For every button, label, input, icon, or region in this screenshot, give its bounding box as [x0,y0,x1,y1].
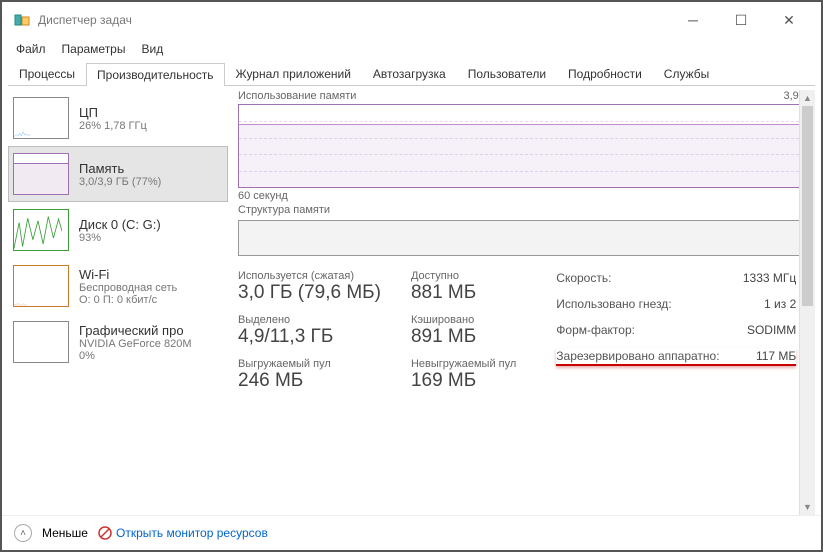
tab-performance[interactable]: Производительность [86,63,224,86]
kv-slots: Использовано гнезд: 1 из 2 [556,296,796,312]
menu-file[interactable]: Файл [10,40,52,58]
memory-structure-graph [238,220,815,256]
wifi-thumb [13,265,69,307]
menubar: Файл Параметры Вид [2,38,821,60]
sidebar-item-disk[interactable]: Диск 0 (C: G:) 93% [8,202,228,258]
memory-sub: 3,0/3,9 ГБ (77%) [79,176,161,188]
disk-thumb [13,209,69,251]
perf-sidebar: ЦП 26% 1,78 ГГц Память 3,0/3,9 ГБ (77%) [8,90,228,515]
x-left: 60 секунд [238,190,288,202]
stat-paged: Выгружаемый пул 246 МБ [238,358,381,392]
perf-main: Использование памяти 3,9 ГБ 60 секунд 0 … [228,90,815,515]
tab-startup[interactable]: Автозагрузка [362,62,457,85]
tab-details[interactable]: Подробности [557,62,653,85]
stat-nonpaged: Невыгружаемый пул 169 МБ [411,358,516,392]
window-title: Диспетчер задач [38,13,681,27]
gpu-title: Графический про [79,323,192,338]
tab-app-history[interactable]: Журнал приложений [225,62,362,85]
stat-inuse: Используется (сжатая) 3,0 ГБ (79,6 МБ) [238,270,381,304]
gpu-thumb [13,321,69,363]
tab-users[interactable]: Пользователи [457,62,557,85]
stat-avail: Доступно 881 МБ [411,270,516,304]
tab-services[interactable]: Службы [653,62,720,85]
close-button[interactable]: ✕ [777,8,801,32]
menu-options[interactable]: Параметры [56,40,132,58]
wifi-sub2: О: 0 П: 0 кбит/с [79,294,177,306]
disk-sub: 93% [79,232,161,244]
footer: ˄ Меньше Открыть монитор ресурсов [2,515,821,550]
cpu-title: ЦП [79,105,147,120]
memory-usage-graph [238,104,815,188]
scroll-up-icon[interactable]: ▲ [800,90,815,106]
gpu-sub1: NVIDIA GeForce 820M [79,338,192,350]
menu-view[interactable]: Вид [135,40,169,58]
resmon-icon [98,526,112,540]
kv-reserved: Зарезервировано аппаратно: 117 МБ [556,348,796,366]
open-resmon-link[interactable]: Открыть монитор ресурсов [98,526,268,540]
kv-form: Форм-фактор: SODIMM [556,322,796,338]
memory-thumb [13,153,69,195]
memory-title: Память [79,161,161,176]
titlebar: Диспетчер задач ─ ☐ ✕ [2,2,821,38]
disk-title: Диск 0 (C: G:) [79,217,161,232]
struct-label: Структура памяти [238,204,815,216]
sidebar-item-cpu[interactable]: ЦП 26% 1,78 ГГц [8,90,228,146]
scrollbar[interactable]: ▲ ▼ [799,90,815,515]
minimize-button[interactable]: ─ [681,8,705,32]
sidebar-item-gpu[interactable]: Графический про NVIDIA GeForce 820M 0% [8,314,228,370]
usage-label: Использование памяти [238,90,356,102]
app-icon [14,12,30,28]
tab-processes[interactable]: Процессы [8,62,86,85]
scroll-down-icon[interactable]: ▼ [800,499,815,515]
gpu-sub2: 0% [79,350,192,362]
sidebar-item-wifi[interactable]: Wi-Fi Беспроводная сеть О: 0 П: 0 кбит/с [8,258,228,314]
scroll-thumb[interactable] [802,106,813,306]
stat-commit: Выделено 4,9/11,3 ГБ [238,314,381,348]
fewer-details-label[interactable]: Меньше [42,526,88,540]
wifi-title: Wi-Fi [79,267,177,282]
kv-speed: Скорость: 1333 МГц [556,270,796,286]
tabstrip: Процессы Производительность Журнал прило… [8,62,815,86]
stat-cached: Кэшировано 891 МБ [411,314,516,348]
fewer-details-icon[interactable]: ˄ [14,524,32,542]
cpu-thumb [13,97,69,139]
maximize-button[interactable]: ☐ [729,8,753,32]
wifi-sub1: Беспроводная сеть [79,282,177,294]
cpu-sub: 26% 1,78 ГГц [79,120,147,132]
sidebar-item-memory[interactable]: Память 3,0/3,9 ГБ (77%) [8,146,228,202]
